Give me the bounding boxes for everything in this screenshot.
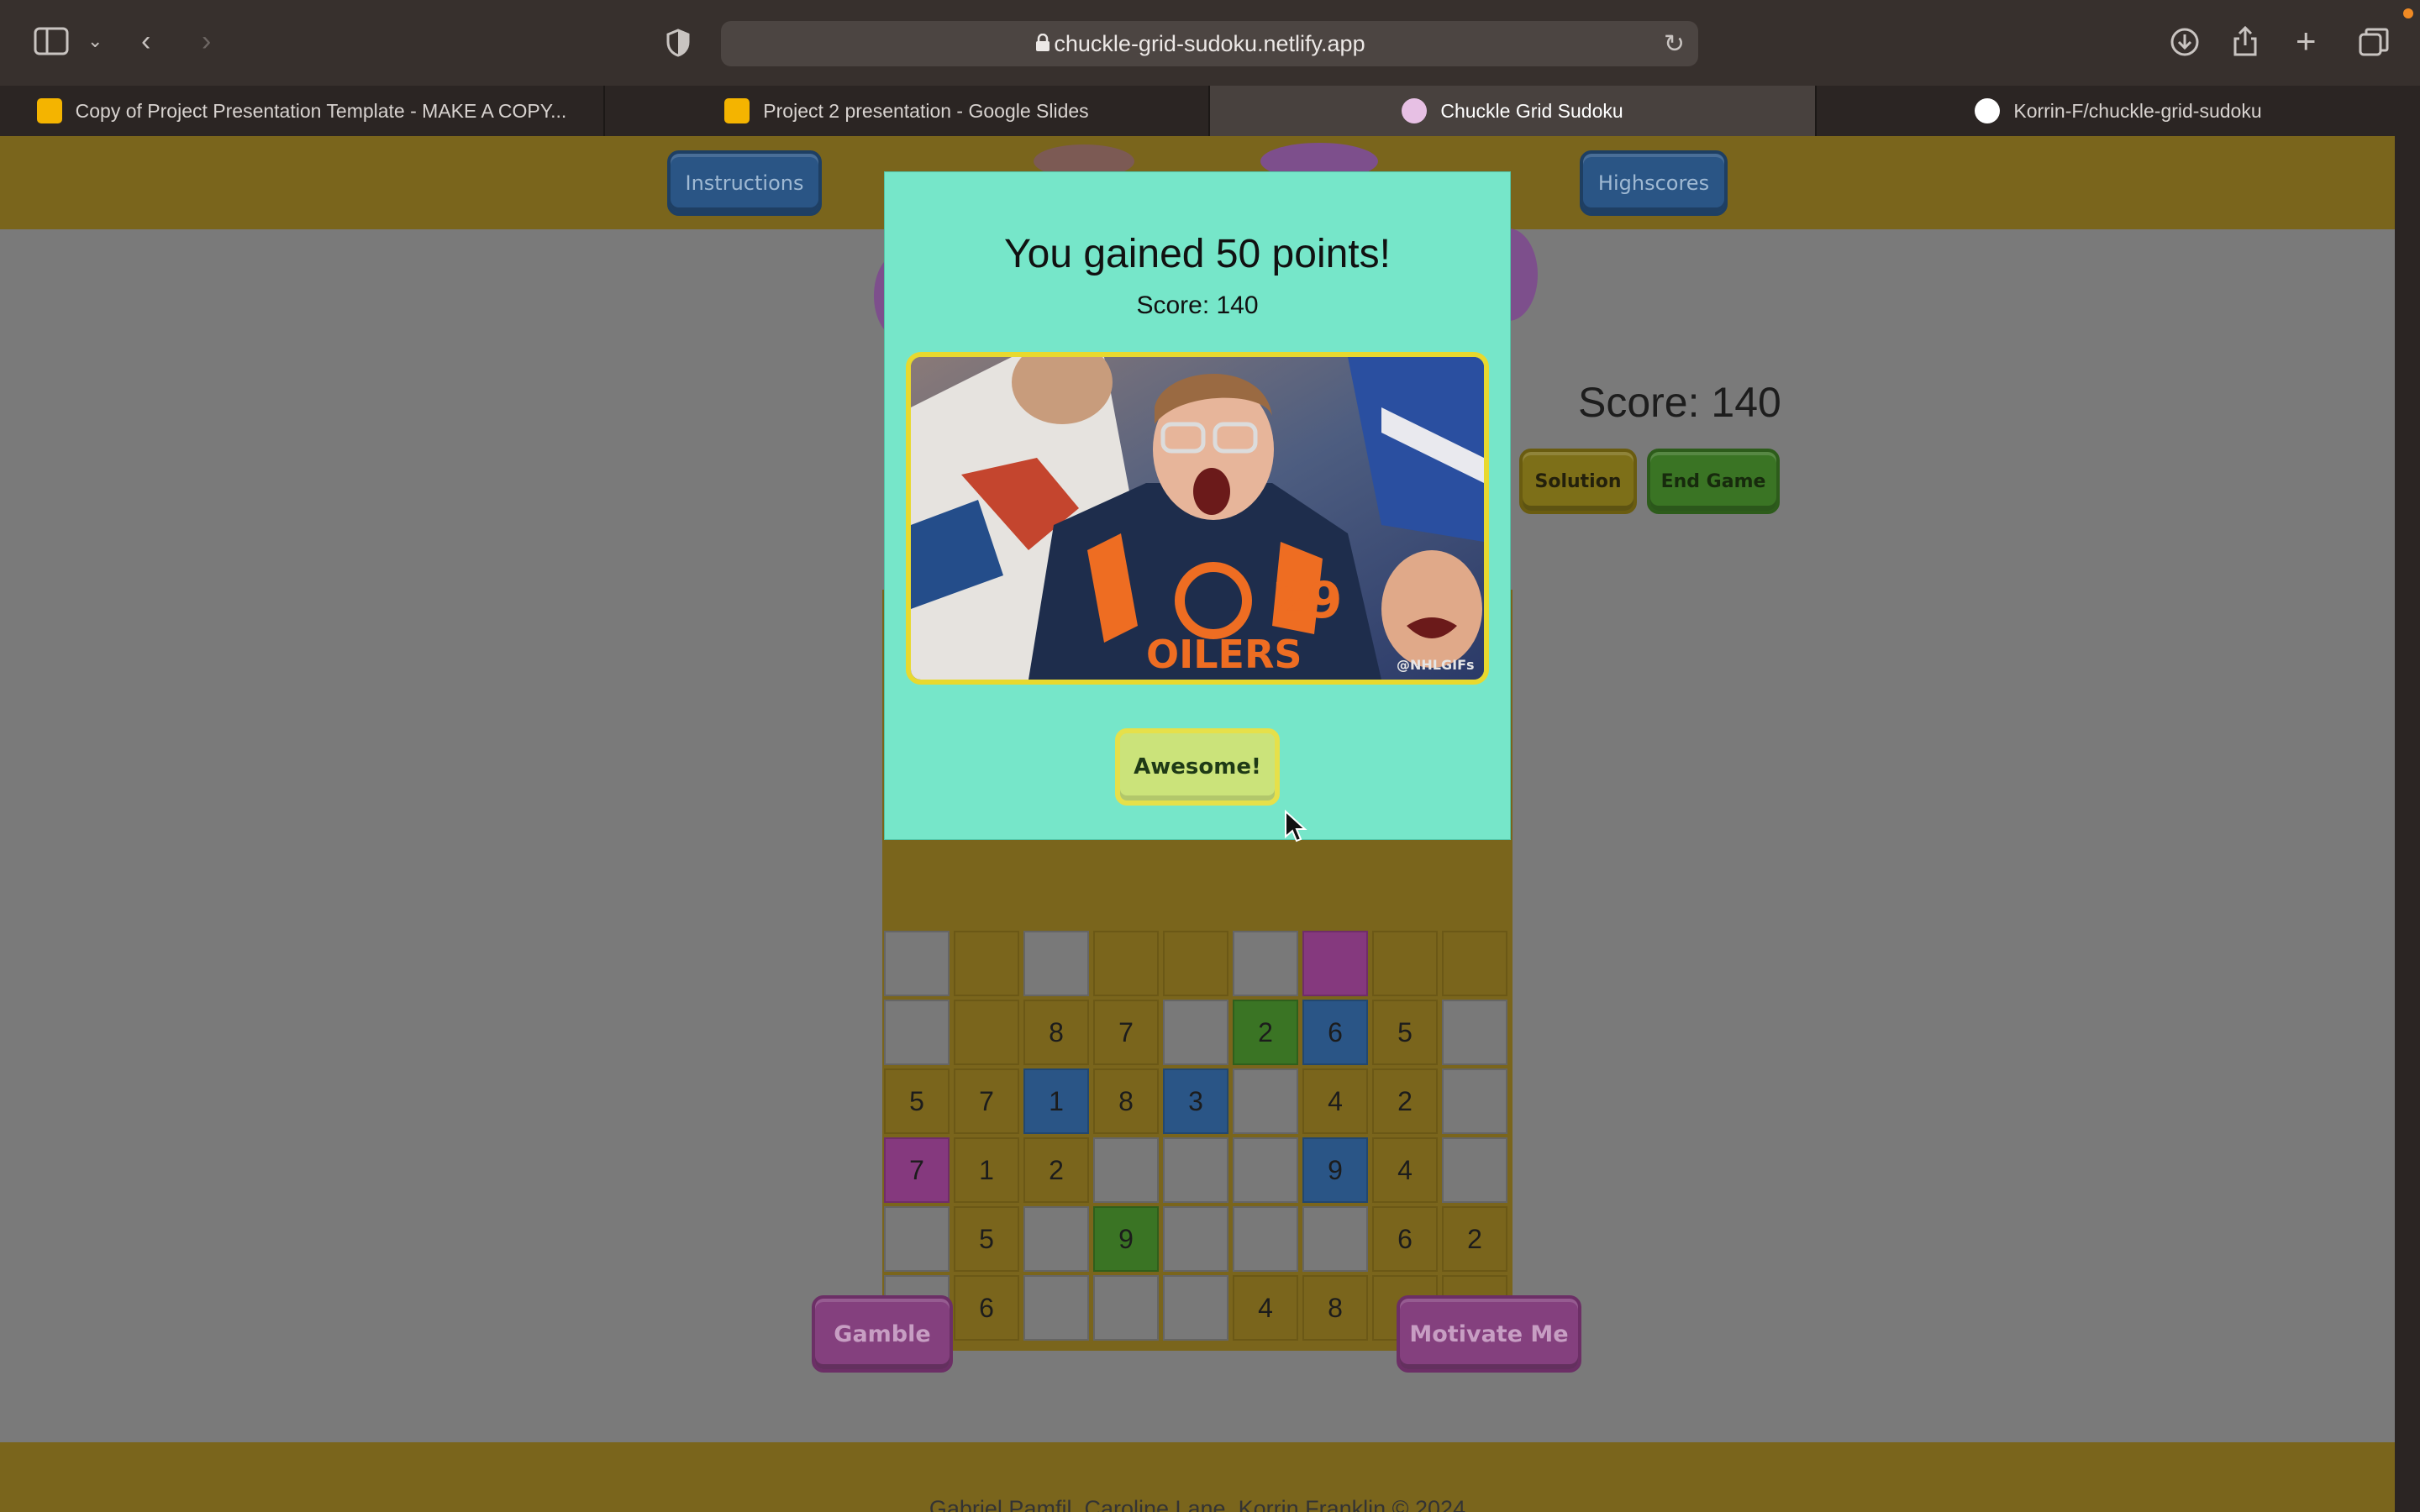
tab-label: Copy of Project Presentation Template - … [75,99,567,122]
sudoku-cell[interactable] [1023,931,1089,996]
tab-label: Chuckle Grid Sudoku [1440,99,1623,122]
sudoku-cell[interactable]: 6 [1302,1000,1368,1065]
sudoku-cell[interactable] [954,1000,1019,1065]
forward-arrow-icon[interactable]: › [202,27,211,55]
sudoku-cell[interactable] [1442,931,1507,996]
score-display: Score: 140 [1578,379,1781,426]
sudoku-cell[interactable] [1023,1275,1089,1341]
sudoku-cell[interactable] [1302,931,1368,996]
download-icon[interactable] [2170,27,2200,62]
sudoku-cell[interactable] [1442,1137,1507,1203]
sudoku-cell[interactable] [954,931,1019,996]
tab-project-presentation[interactable]: Project 2 presentation - Google Slides [605,86,1210,136]
sudoku-cell[interactable] [1233,1068,1298,1134]
tab-presentation-template[interactable]: Copy of Project Presentation Template - … [0,86,605,136]
sudoku-cell[interactable]: 3 [1163,1068,1228,1134]
solution-button[interactable]: Solution [1519,449,1637,514]
modal-score: Score: 140 [1136,291,1259,319]
sudoku-cell[interactable] [1302,1206,1368,1272]
chevron-down-icon[interactable]: ⌄ [87,32,103,50]
sudoku-cell[interactable]: 2 [1372,1068,1438,1134]
back-arrow-icon[interactable]: ‹ [141,27,150,55]
notification-dot [2403,8,2413,18]
sudoku-cell[interactable]: 4 [1372,1137,1438,1203]
new-tab-icon[interactable]: + [2296,24,2317,59]
sudoku-cell[interactable]: 6 [1372,1206,1438,1272]
sudoku-cell[interactable]: 4 [1302,1068,1368,1134]
tab-overview-icon[interactable] [2358,27,2390,62]
sidebar-toggle-icon[interactable] [34,27,69,60]
gif-jersey-text: OILERS [1146,632,1302,677]
share-icon[interactable] [2232,25,2259,62]
google-slides-icon [36,98,62,123]
sudoku-cell[interactable] [884,1206,950,1272]
sudoku-cell[interactable]: 2 [1233,1000,1298,1065]
tab-label: Project 2 presentation - Google Slides [763,99,1089,122]
sudoku-cell[interactable]: 5 [1372,1000,1438,1065]
sudoku-cell[interactable]: 8 [1023,1000,1089,1065]
sudoku-cell[interactable]: 7 [954,1068,1019,1134]
github-icon [1975,98,2001,123]
sudoku-cell[interactable]: 2 [1023,1137,1089,1203]
tab-label: Korrin-F/chuckle-grid-sudoku [2013,99,2262,122]
celebration-gif-illustration: OILERS 29 @NHLGIFs [911,357,1484,680]
tab-github-repo[interactable]: Korrin-F/chuckle-grid-sudoku [1817,86,2420,136]
sudoku-cell[interactable] [1233,1137,1298,1203]
site-favicon-icon [1402,98,1428,123]
sudoku-cell[interactable] [1023,1206,1089,1272]
sudoku-cell[interactable]: 4 [1233,1275,1298,1341]
sudoku-cell[interactable] [1163,1275,1228,1341]
sudoku-cell[interactable] [1093,931,1159,996]
gif-watermark: @NHLGIFs [1397,657,1475,673]
footer-credits: Gabriel Pamfil, Caroline Lane, Korrin Fr… [929,1496,1466,1512]
sudoku-cell[interactable]: 9 [1093,1206,1159,1272]
tab-chuckle-grid-sudoku[interactable]: Chuckle Grid Sudoku [1210,86,1817,136]
sudoku-cell[interactable] [1163,931,1228,996]
sudoku-cell[interactable]: 7 [884,1137,950,1203]
tab-bar: Copy of Project Presentation Template - … [0,86,2420,136]
celebration-gif: OILERS 29 @NHLGIFs [906,352,1489,685]
sudoku-cell[interactable] [1093,1275,1159,1341]
sudoku-cell[interactable] [884,931,950,996]
sudoku-cell[interactable]: 7 [1093,1000,1159,1065]
motivate-me-button[interactable]: Motivate Me [1397,1295,1581,1373]
url-text: chuckle-grid-sudoku.netlify.app [1054,31,1365,56]
sudoku-cell[interactable]: 1 [1023,1068,1089,1134]
sudoku-cell[interactable]: 5 [884,1068,950,1134]
sudoku-cell[interactable]: 5 [954,1206,1019,1272]
sudoku-cell[interactable] [884,1000,950,1065]
sudoku-cell[interactable] [1442,1000,1507,1065]
sudoku-cell[interactable]: 6 [954,1275,1019,1341]
scrollbar[interactable] [2395,136,2420,1512]
instructions-button[interactable]: Instructions [667,150,822,216]
sudoku-cell[interactable]: 8 [1093,1068,1159,1134]
gif-jersey-number: 29 [1272,571,1343,630]
sudoku-cell[interactable] [1442,1068,1507,1134]
reload-icon[interactable]: ↻ [1664,29,1685,59]
sudoku-cell[interactable] [1372,931,1438,996]
gamble-button[interactable]: Gamble [812,1295,953,1373]
browser-toolbar: ⌄ ‹ › chuckle-grid-sudoku.netlify.app ↻ … [0,0,2420,86]
sudoku-cell[interactable] [1093,1137,1159,1203]
sudoku-cell[interactable] [1233,1206,1298,1272]
shield-icon[interactable] [666,29,691,62]
site-footer: Gabriel Pamfil, Caroline Lane, Korrin Fr… [0,1442,2395,1512]
points-modal: You gained 50 points! Score: 140 OILERS … [884,171,1511,840]
mouse-cursor-icon [1285,810,1307,843]
sudoku-cell[interactable]: 1 [954,1137,1019,1203]
end-game-button[interactable]: End Game [1647,449,1780,514]
sudoku-cell[interactable] [1233,931,1298,996]
sudoku-cell[interactable]: 2 [1442,1206,1507,1272]
sudoku-cell[interactable]: 9 [1302,1137,1368,1203]
sudoku-cell[interactable] [1163,1000,1228,1065]
highscores-button[interactable]: Highscores [1580,150,1728,216]
address-bar[interactable]: chuckle-grid-sudoku.netlify.app ↻ [721,21,1698,66]
sudoku-cell[interactable]: 8 [1302,1275,1368,1341]
modal-title: You gained 50 points! [1004,232,1391,276]
sudoku-cell[interactable] [1163,1206,1228,1272]
awesome-button[interactable]: Awesome! [1115,728,1280,806]
sudoku-cell[interactable] [1163,1137,1228,1203]
google-slides-icon [724,98,750,123]
